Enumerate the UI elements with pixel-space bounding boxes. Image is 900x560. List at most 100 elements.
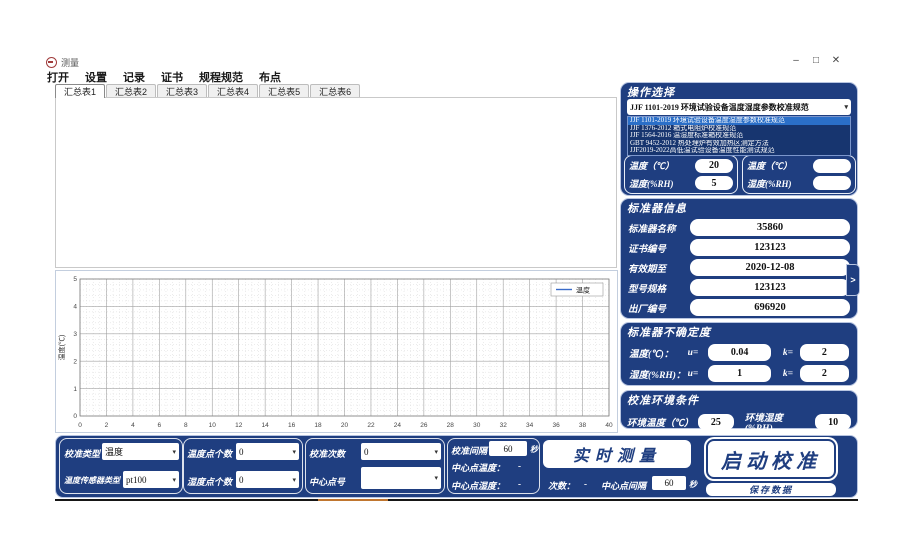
svg-text:40: 40 xyxy=(605,422,613,429)
svg-text:温度: 温度 xyxy=(576,286,590,295)
temp-input[interactable] xyxy=(813,159,851,173)
svg-text:6: 6 xyxy=(158,422,162,429)
tab-summary-1[interactable]: 汇总表1 xyxy=(55,84,105,98)
tab-summary-2[interactable]: 汇总表2 xyxy=(106,84,156,98)
environment-title: 校准环境条件 xyxy=(621,391,857,408)
setpoint-box-left: 温度（℃） 20 湿度(%RH) 5 xyxy=(624,155,738,194)
menu-layout-points[interactable]: 布点 xyxy=(259,69,281,85)
k-label: k= xyxy=(783,369,800,379)
cal-type-value: 温度 xyxy=(105,445,123,458)
trend-chart-svg: 0246810121416182022242628303234363840012… xyxy=(56,271,617,432)
svg-text:26: 26 xyxy=(420,422,428,429)
temp-input[interactable]: 20 xyxy=(695,159,733,173)
svg-text:12: 12 xyxy=(235,422,243,429)
maximize-button[interactable]: □ xyxy=(806,54,826,68)
center-point-no-select[interactable] xyxy=(361,467,441,489)
hum-k-input[interactable]: 2 xyxy=(800,365,849,382)
standard-select[interactable]: JJF 1101-2019 环境试验设备温度湿度参数校准规范 xyxy=(627,99,851,115)
svg-text:4: 4 xyxy=(73,304,77,311)
center-interval-input[interactable]: 60 xyxy=(652,476,686,490)
svg-text:温度(℃): 温度(℃) xyxy=(57,335,66,361)
interval-unit: 秒 xyxy=(530,444,538,455)
bottom-control-panel: 校准类型 温度 温度传感器类型 pt100 温度点个数 0 湿度点个数 0 校准… xyxy=(55,435,858,498)
svg-text:16: 16 xyxy=(288,422,296,429)
menu-certificate[interactable]: 证书 xyxy=(161,69,183,85)
operation-section: 操作选择 JJF 1101-2019 环境试验设备温度湿度参数校准规范 JJF … xyxy=(620,82,858,196)
temp-points-select[interactable]: 0 xyxy=(236,443,299,460)
svg-text:0: 0 xyxy=(78,422,82,429)
trend-chart: 0246810121416182022242628303234363840012… xyxy=(55,270,618,433)
dropdown-option[interactable]: JJF2019-2022高低温试验设备温度性能测试规范 xyxy=(628,147,850,155)
env-hum-input[interactable]: 10 xyxy=(815,414,851,430)
tab-summary-4[interactable]: 汇总表4 xyxy=(208,84,258,98)
minimize-button[interactable]: – xyxy=(786,54,806,68)
tab-summary-5[interactable]: 汇总表5 xyxy=(259,84,309,98)
svg-text:24: 24 xyxy=(394,422,402,429)
standard-info-title: 标准器信息 xyxy=(621,199,857,216)
start-calibration-button[interactable]: 启动校准 xyxy=(706,439,836,479)
menu-regulations[interactable]: 规程规范 xyxy=(199,69,243,85)
bottom-edge-orange-segment xyxy=(318,499,388,501)
sensor-type-select[interactable]: pt100 xyxy=(123,471,179,488)
setpoint-box-right: 温度（℃） 湿度(%RH) xyxy=(742,155,856,194)
certificate-no-input[interactable]: 123123 xyxy=(690,239,850,256)
menu-settings[interactable]: 设置 xyxy=(85,69,107,85)
summary-table-area xyxy=(55,97,617,268)
svg-text:20: 20 xyxy=(341,422,349,429)
center-temp-value: - xyxy=(518,461,521,471)
env-temp-label: 环境温度（℃） xyxy=(627,415,693,429)
menu-records[interactable]: 记录 xyxy=(123,69,145,85)
cal-times-select[interactable]: 0 xyxy=(361,443,441,460)
model-spec-input[interactable]: 123123 xyxy=(690,279,850,296)
window-bottom-edge xyxy=(55,499,858,501)
sensor-type-value: pt100 xyxy=(126,475,147,485)
menu-bar: 打开 设置 记录 证书 规程规范 布点 xyxy=(47,69,281,85)
svg-text:22: 22 xyxy=(367,422,375,429)
temp-points-value: 0 xyxy=(239,447,244,457)
svg-text:34: 34 xyxy=(526,422,534,429)
humidity-input[interactable] xyxy=(813,176,851,190)
dropdown-option[interactable]: JJF 1564-2016 温湿度标准箱校准规范 xyxy=(628,132,850,140)
menu-open[interactable]: 打开 xyxy=(47,69,69,85)
hum-u-input[interactable]: 1 xyxy=(708,365,770,382)
close-button[interactable]: ✕ xyxy=(826,54,846,68)
svg-text:32: 32 xyxy=(500,422,508,429)
realtime-measure-button[interactable]: 实时测量 xyxy=(543,440,691,468)
env-temp-input[interactable]: 25 xyxy=(698,414,734,430)
temp-label: 温度（℃） xyxy=(747,159,792,172)
serial-no-input[interactable]: 696920 xyxy=(690,299,850,316)
svg-text:8: 8 xyxy=(184,422,188,429)
hum-points-label: 湿度点个数 xyxy=(187,475,232,488)
u-label: u= xyxy=(688,348,709,358)
svg-text:2: 2 xyxy=(73,358,77,365)
tab-summary-6[interactable]: 汇总表6 xyxy=(310,84,360,98)
svg-text:5: 5 xyxy=(73,276,77,283)
uncertainty-temp-label: 温度(℃)： xyxy=(629,346,688,360)
hum-points-value: 0 xyxy=(239,475,244,485)
environment-section: 校准环境条件 环境温度（℃） 25 环境湿度(%RH) 10 xyxy=(620,390,858,429)
save-data-button[interactable]: 保存数据 xyxy=(706,483,836,496)
cal-times-label: 校准次数 xyxy=(309,447,345,460)
dropdown-option[interactable]: GBT 9452-2012 热处理炉有效加热区测定方法 xyxy=(628,140,850,148)
humidity-input[interactable]: 5 xyxy=(695,176,733,190)
humidity-label: 湿度(%RH) xyxy=(747,177,792,190)
interval-input[interactable]: 60 xyxy=(489,441,527,456)
uncertainty-hum-label: 湿度(%RH)： xyxy=(629,367,688,381)
hum-points-select[interactable]: 0 xyxy=(236,471,299,488)
svg-text:28: 28 xyxy=(447,422,455,429)
valid-until-input[interactable]: 2020-12-08 xyxy=(690,259,850,276)
temp-u-input[interactable]: 0.04 xyxy=(708,344,770,361)
temp-k-input[interactable]: 2 xyxy=(800,344,849,361)
cal-type-select[interactable]: 温度 xyxy=(102,443,179,460)
certificate-no-label: 证书编号 xyxy=(628,241,690,255)
window-controls: – □ ✕ xyxy=(786,54,846,68)
expand-arrow-button[interactable]: > xyxy=(846,264,860,296)
dropdown-option[interactable]: JJF 1101-2019 环境试验设备温度湿度参数校准规范 xyxy=(628,117,850,125)
center-point-no-label: 中心点号 xyxy=(309,475,345,488)
cal-times-value: 0 xyxy=(364,447,369,457)
model-spec-label: 型号规格 xyxy=(628,281,690,295)
svg-text:36: 36 xyxy=(552,422,560,429)
dropdown-option[interactable]: JJF 1376-2012 箱式电阻炉校准规范 xyxy=(628,125,850,133)
standard-name-input[interactable]: 35860 xyxy=(690,219,850,236)
tab-summary-3[interactable]: 汇总表3 xyxy=(157,84,207,98)
